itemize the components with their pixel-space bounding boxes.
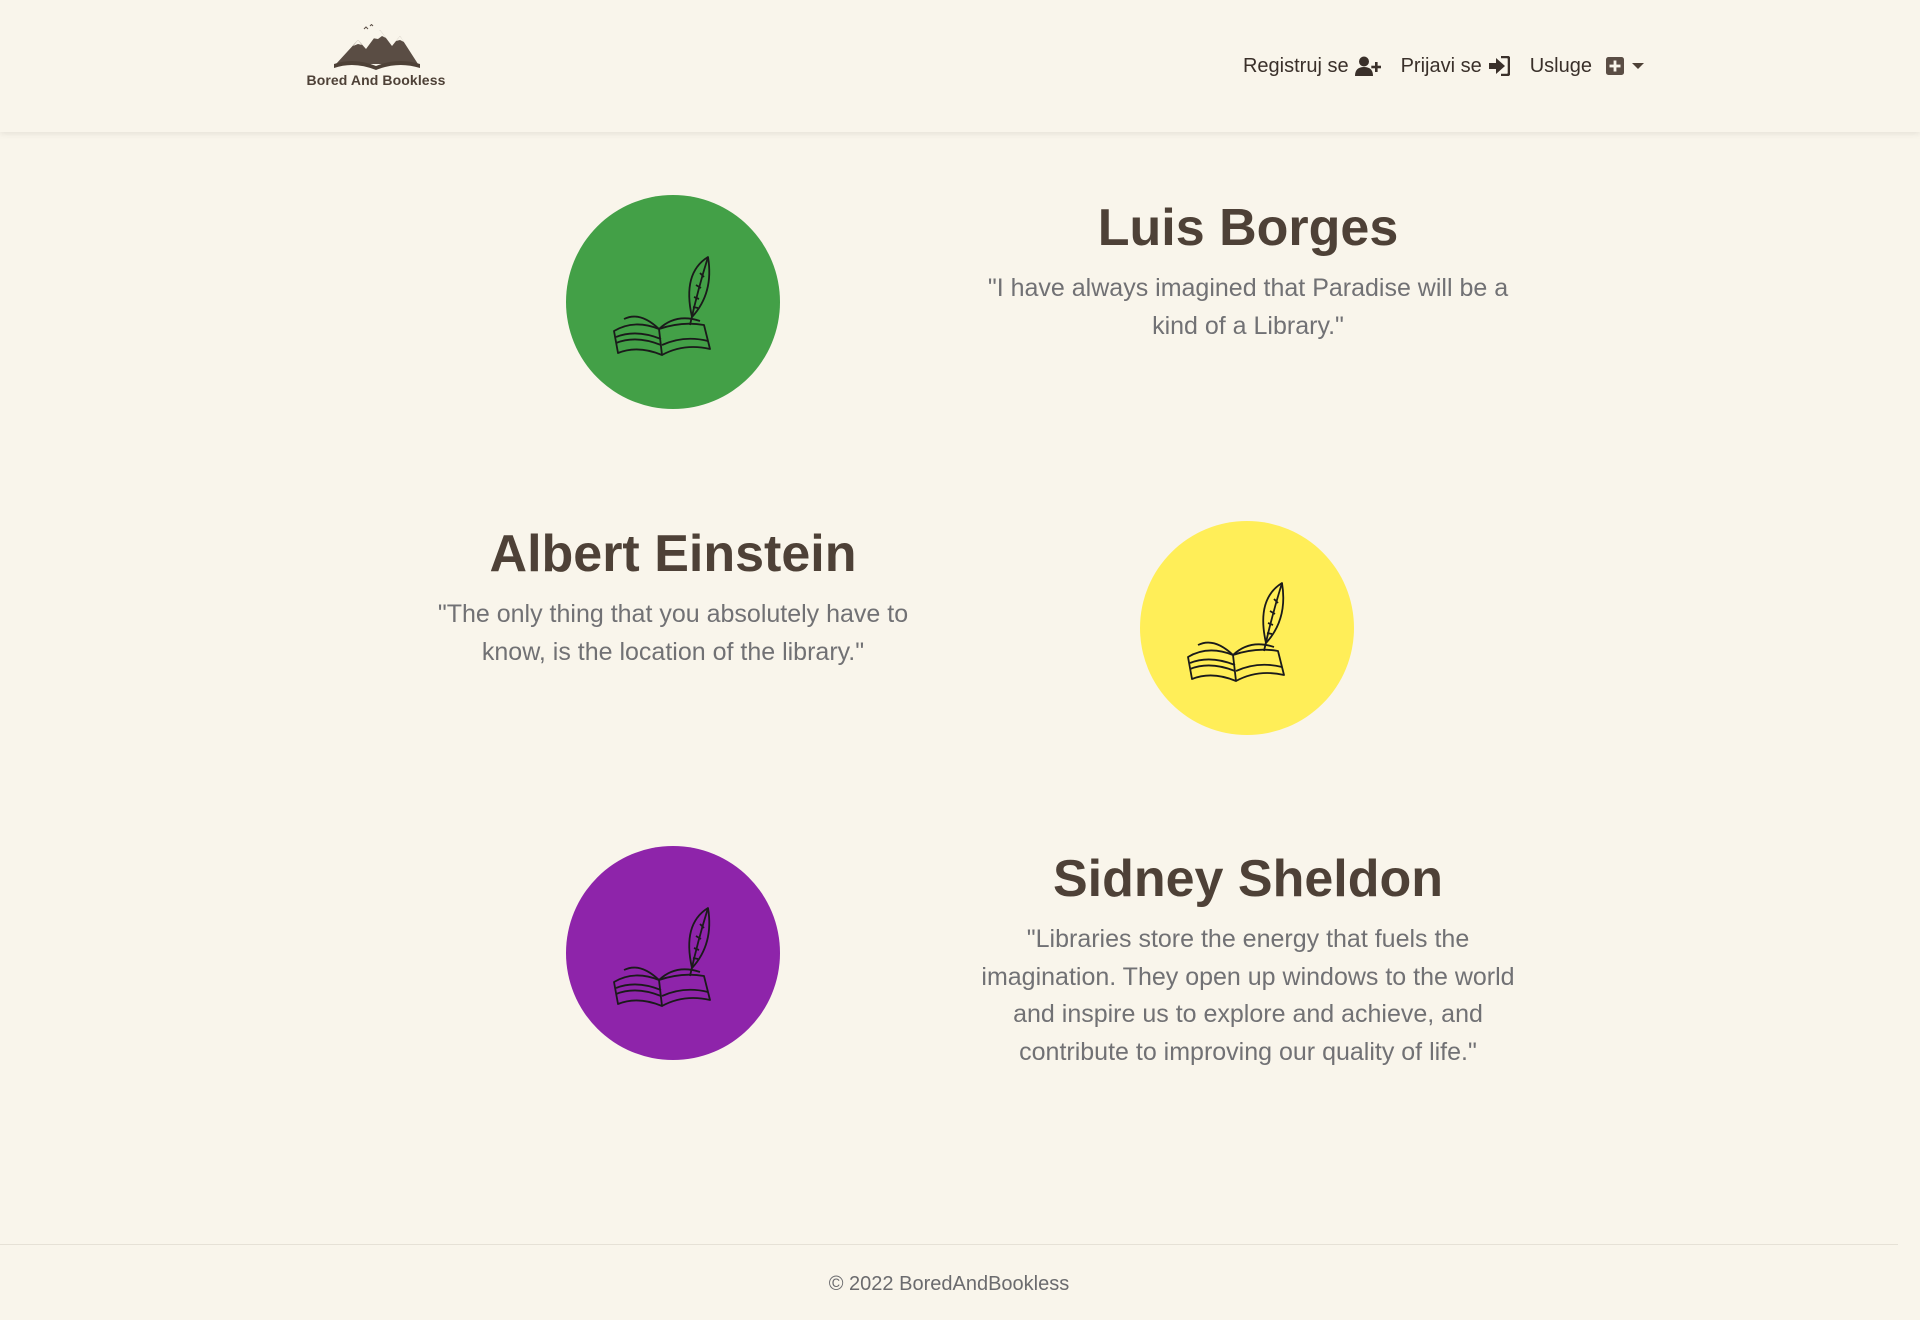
nav-menu: Registruj se Prijavi se Usluge <box>1223 52 1644 80</box>
brand-logo[interactable]: Bored And Bookless <box>300 24 452 96</box>
feature-circle <box>566 846 780 1060</box>
author-quote: "Libraries store the energy that fuels t… <box>981 925 1515 1066</box>
author-name: Albert Einstein <box>489 525 857 583</box>
nav-services-label: Usluge <box>1529 54 1592 77</box>
feature-text: Luis Borges "I have always imagined that… <box>972 198 1524 345</box>
feature-circle <box>1140 521 1354 735</box>
sign-in-icon <box>1488 56 1510 76</box>
book-quill-icon <box>613 256 711 356</box>
chevron-down-icon <box>1632 63 1644 69</box>
author-quote: "I have always imagined that Paradise wi… <box>987 274 1509 340</box>
feature-circle <box>566 195 780 409</box>
footer-copyright: © 2022 BoredAndBookless <box>828 1273 1070 1295</box>
footer: © 2022 BoredAndBookless <box>0 1244 1898 1320</box>
book-quill-icon <box>1187 582 1285 682</box>
brand-name: Bored And Bookless <box>306 72 446 88</box>
author-name: Sidney Sheldon <box>1052 850 1444 908</box>
services-dropdown-toggle[interactable] <box>1606 57 1644 75</box>
nav-register-link[interactable]: Registruj se <box>1243 55 1381 78</box>
feature-text: Sidney Sheldon "Libraries store the ener… <box>972 849 1524 1071</box>
navbar: Bored And Bookless Registruj se Prijavi … <box>0 0 1920 132</box>
author-name: Luis Borges <box>1097 199 1399 257</box>
mountain-book-logo-icon <box>334 24 420 70</box>
nav-login-label: Prijavi se <box>1400 54 1482 77</box>
nav-services-link[interactable]: Usluge <box>1530 55 1592 78</box>
nav-register-label: Registruj se <box>1242 54 1349 77</box>
plus-square-icon <box>1606 57 1624 75</box>
book-quill-icon <box>613 907 711 1007</box>
nav-login-link[interactable]: Prijavi se <box>1401 55 1510 78</box>
author-quote: "The only thing that you absolutely have… <box>437 600 909 666</box>
user-plus-icon <box>1354 56 1381 76</box>
feature-text: Albert Einstein "The only thing that you… <box>420 524 926 671</box>
